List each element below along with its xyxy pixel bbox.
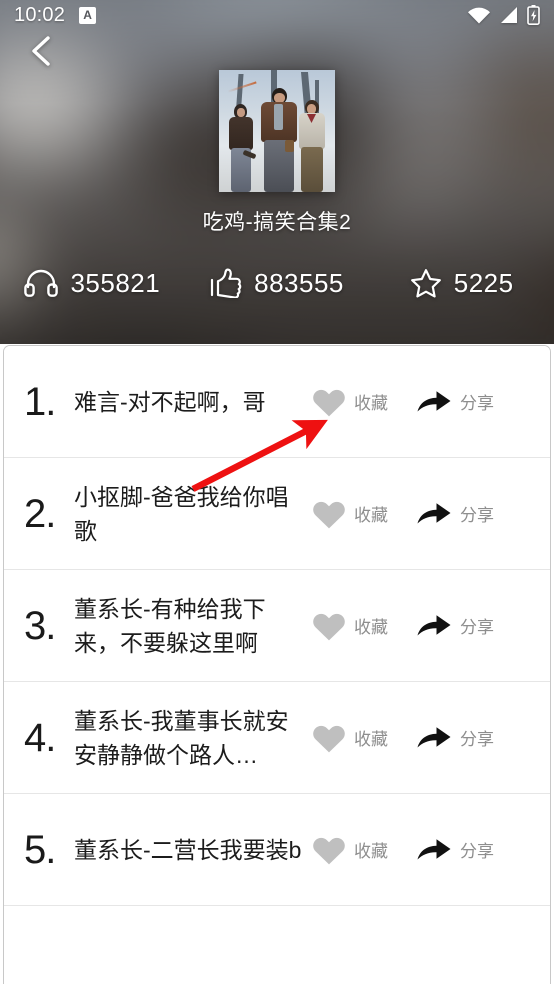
track-row[interactable]: 4. 董系长-我董事长就安安静静做个路人… 收藏 分享 xyxy=(4,682,550,794)
share-label: 分享 xyxy=(460,506,494,525)
signal-icon xyxy=(499,6,519,24)
track-row[interactable]: 1. 难言-对不起啊，哥 收藏 分享 xyxy=(4,346,550,458)
heart-icon xyxy=(312,834,346,866)
play-count-stat[interactable]: 355821 xyxy=(0,268,185,299)
share-label: 分享 xyxy=(460,394,494,413)
share-label: 分享 xyxy=(460,618,494,637)
track-row[interactable]: 5. 董系长-二营长我要装b 收藏 分享 xyxy=(4,794,550,906)
battery-charging-icon xyxy=(527,5,540,25)
track-list: 1. 难言-对不起啊，哥 收藏 分享 2. 小抠脚-爸爸我给你唱歌 收藏 分享 3. 董系长-有种… xyxy=(4,346,550,906)
heart-icon xyxy=(312,386,346,418)
track-actions: 收藏 分享 xyxy=(312,610,494,642)
track-title: 小抠脚-爸爸我给你唱歌 xyxy=(74,483,289,544)
play-count-value: 355821 xyxy=(70,267,161,298)
like-count-value: 883555 xyxy=(254,267,344,298)
track-actions: 收藏 分享 xyxy=(312,722,494,754)
star-icon xyxy=(410,268,442,298)
favorite-label: 收藏 xyxy=(354,730,388,749)
heart-icon xyxy=(312,610,346,642)
track-actions: 收藏 分享 xyxy=(312,834,494,866)
favorite-button[interactable]: 收藏 xyxy=(312,386,388,418)
headphones-icon xyxy=(24,269,59,297)
share-button[interactable]: 分享 xyxy=(416,724,494,752)
share-arrow-icon xyxy=(416,724,452,752)
share-arrow-icon xyxy=(416,836,452,864)
favorite-label: 收藏 xyxy=(354,618,388,637)
status-time: 10:02 xyxy=(14,3,66,26)
track-actions: 收藏 分享 xyxy=(312,386,494,418)
track-index: 5. xyxy=(24,827,56,872)
share-arrow-icon xyxy=(416,388,452,416)
track-row[interactable]: 2. 小抠脚-爸爸我给你唱歌 收藏 分享 xyxy=(4,458,550,570)
album-cover-art[interactable] xyxy=(219,70,335,192)
status-indicators xyxy=(467,5,540,25)
favorite-button[interactable]: 收藏 xyxy=(312,498,388,530)
share-button[interactable]: 分享 xyxy=(416,612,494,640)
favorite-button[interactable]: 收藏 xyxy=(312,722,388,754)
cover-character-left xyxy=(225,104,258,192)
share-arrow-icon xyxy=(416,612,452,640)
share-label: 分享 xyxy=(460,730,494,749)
cover-character-right xyxy=(296,100,329,192)
favorite-button[interactable]: 收藏 xyxy=(312,834,388,866)
track-index: 4. xyxy=(24,715,56,760)
share-button[interactable]: 分享 xyxy=(416,836,494,864)
share-arrow-icon xyxy=(416,500,452,528)
track-index: 2. xyxy=(24,491,56,536)
favorite-label: 收藏 xyxy=(354,842,388,861)
track-row[interactable]: 3. 董系长-有种给我下来，不要躲这里啊 收藏 分享 xyxy=(4,570,550,682)
album-detail-screen: 10:02 A 吃鸡-搞笑合集2 355821 883555 5225 1. 难… xyxy=(0,0,554,984)
share-button[interactable]: 分享 xyxy=(416,500,494,528)
cover-character-center xyxy=(259,88,299,192)
status-bar: 10:02 A xyxy=(0,0,554,30)
favorite-label: 收藏 xyxy=(354,506,388,525)
heart-icon xyxy=(312,722,346,754)
track-title: 董系长-有种给我下来，不要躲这里啊 xyxy=(74,595,266,656)
app-badge-icon: A xyxy=(79,6,97,24)
track-index: 1. xyxy=(24,379,56,424)
track-list-card: 1. 难言-对不起啊，哥 收藏 分享 2. 小抠脚-爸爸我给你唱歌 收藏 分享 3. 董系长-有种… xyxy=(3,345,551,984)
favorite-count-value: 5225 xyxy=(453,267,514,298)
album-title: 吃鸡-搞笑合集2 xyxy=(202,211,352,234)
track-title: 难言-对不起啊，哥 xyxy=(74,388,266,415)
favorite-button[interactable]: 收藏 xyxy=(312,610,388,642)
track-index: 3. xyxy=(24,603,56,648)
back-chevron-icon xyxy=(27,35,53,72)
heart-icon xyxy=(312,498,346,530)
favorite-label: 收藏 xyxy=(354,394,388,413)
back-button[interactable] xyxy=(16,30,64,76)
like-count-stat[interactable]: 883555 xyxy=(185,268,370,299)
share-label: 分享 xyxy=(460,842,494,861)
share-button[interactable]: 分享 xyxy=(416,388,494,416)
track-title: 董系长-二营长我要装b xyxy=(74,836,302,863)
thumbs-up-icon xyxy=(210,268,242,298)
track-title: 董系长-我董事长就安安静静做个路人… xyxy=(74,707,289,768)
track-actions: 收藏 分享 xyxy=(312,498,494,530)
wifi-icon xyxy=(467,6,491,24)
album-stats-row: 355821 883555 5225 xyxy=(0,258,554,308)
favorite-count-stat[interactable]: 5225 xyxy=(369,268,554,299)
